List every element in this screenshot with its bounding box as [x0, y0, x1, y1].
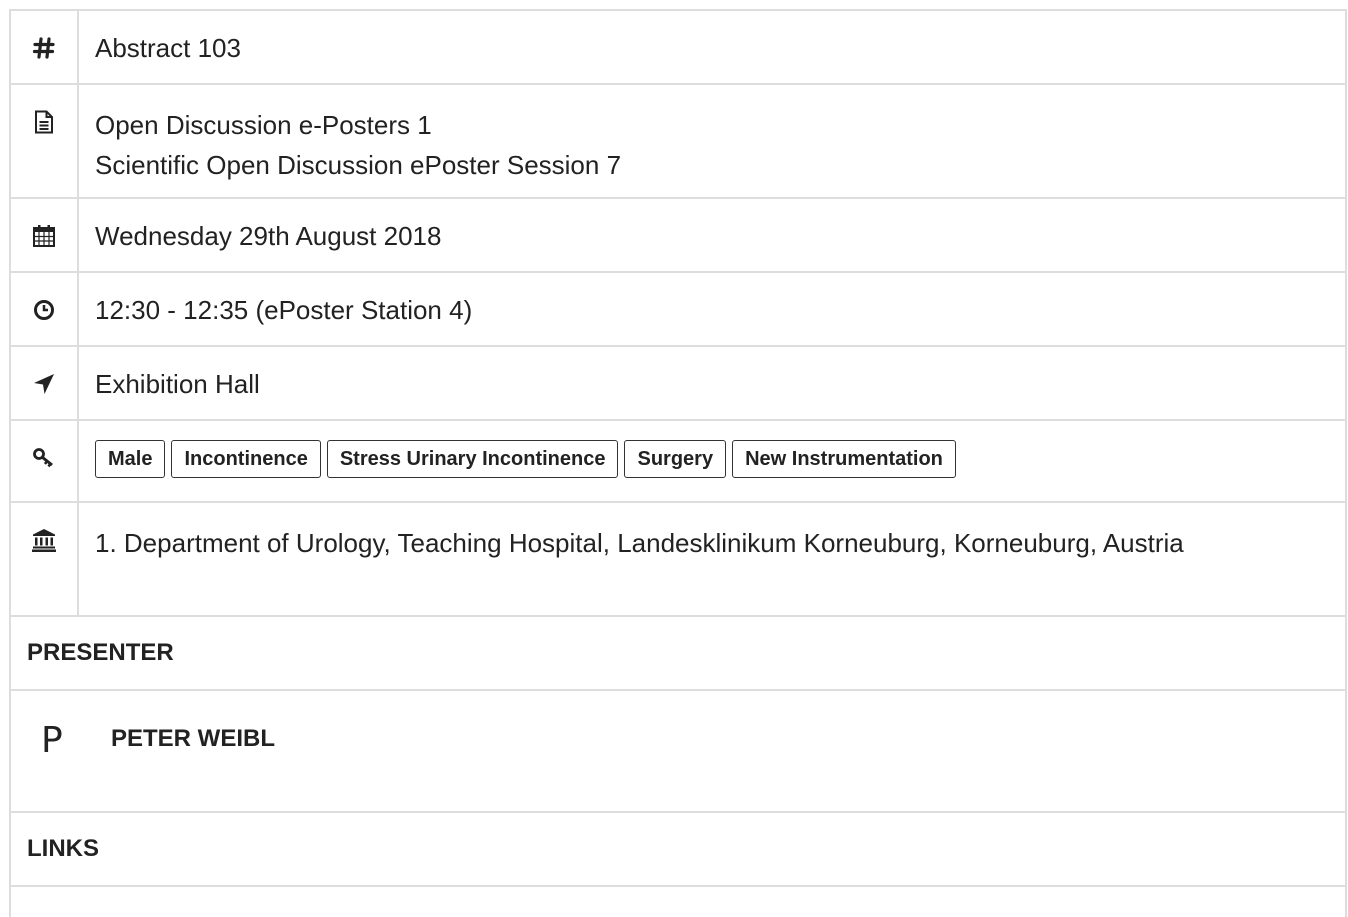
document-icon — [31, 109, 57, 135]
presenter-row: P PETER WEIBL — [9, 691, 1347, 813]
hash-icon — [31, 35, 57, 61]
calendar-icon — [31, 223, 57, 249]
session-title: Open Discussion e-Posters 1 — [95, 110, 432, 140]
time-row: 12:30 - 12:35 (ePoster Station 4) — [9, 273, 1347, 347]
abstract-number-row: Abstract 103 — [9, 11, 1347, 85]
abstract-details-table: Abstract 103 Open Discussion e-Posters 1… — [9, 9, 1347, 917]
session-date: Wednesday 29th August 2018 — [95, 221, 442, 251]
avatar: P — [41, 720, 63, 761]
date-row: Wednesday 29th August 2018 — [9, 199, 1347, 273]
clock-icon — [31, 297, 57, 323]
institution-row: 1. Department of Urology, Teaching Hospi… — [9, 503, 1347, 617]
links-heading: LINKS — [9, 813, 1347, 887]
presenter-heading: PRESENTER — [9, 617, 1347, 691]
location-row: Exhibition Hall — [9, 347, 1347, 421]
tag-incontinence[interactable]: Incontinence — [171, 440, 321, 478]
institution-name: 1. Department of Urology, Teaching Hospi… — [95, 528, 1184, 558]
key-icon — [31, 445, 57, 471]
session-time: 12:30 - 12:35 (ePoster Station 4) — [95, 295, 473, 325]
tag-surgery[interactable]: Surgery — [624, 440, 727, 478]
institution-icon — [31, 527, 57, 553]
presenter-name[interactable]: PETER WEIBL — [111, 725, 275, 753]
location-arrow-icon — [31, 371, 57, 397]
abstract-number: Abstract 103 — [95, 33, 241, 63]
session-subtitle: Scientific Open Discussion ePoster Sessi… — [95, 150, 622, 180]
tag-new-instrumentation[interactable]: New Instrumentation — [732, 440, 956, 478]
keyword-tags: Male Incontinence Stress Urinary Inconti… — [79, 421, 1345, 501]
tag-male[interactable]: Male — [95, 440, 166, 478]
keywords-row: Male Incontinence Stress Urinary Inconti… — [9, 421, 1347, 503]
tag-stress-urinary-incontinence[interactable]: Stress Urinary Incontinence — [326, 440, 619, 478]
session-row: Open Discussion e-Posters 1 Scientific O… — [9, 85, 1347, 199]
session-location: Exhibition Hall — [95, 369, 260, 399]
